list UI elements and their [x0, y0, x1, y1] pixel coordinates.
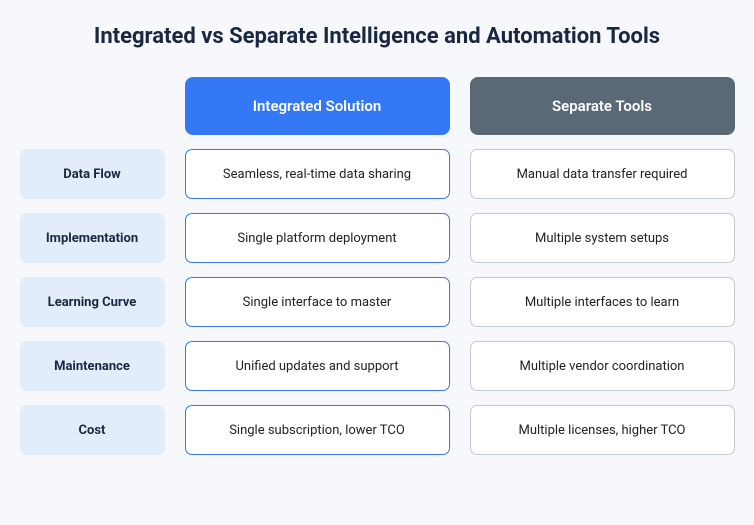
row-label: Maintenance	[20, 341, 165, 391]
cell-integrated: Single subscription, lower TCO	[185, 405, 450, 455]
cell-separate: Multiple vendor coordination	[470, 341, 735, 391]
cell-integrated: Unified updates and support	[185, 341, 450, 391]
row-label: Learning Curve	[20, 277, 165, 327]
cell-separate: Multiple licenses, higher TCO	[470, 405, 735, 455]
row-label: Cost	[20, 405, 165, 455]
page-title: Integrated vs Separate Intelligence and …	[18, 24, 736, 49]
cell-separate: Multiple system setups	[470, 213, 735, 263]
cell-integrated: Single interface to master	[185, 277, 450, 327]
column-header-integrated: Integrated Solution	[185, 77, 450, 135]
header-spacer	[20, 77, 165, 135]
column-header-separate: Separate Tools	[470, 77, 735, 135]
cell-separate: Multiple interfaces to learn	[470, 277, 735, 327]
cell-integrated: Seamless, real-time data sharing	[185, 149, 450, 199]
comparison-table: Integrated Solution Separate Tools Data …	[18, 77, 736, 455]
cell-separate: Manual data transfer required	[470, 149, 735, 199]
cell-integrated: Single platform deployment	[185, 213, 450, 263]
row-label: Implementation	[20, 213, 165, 263]
row-label: Data Flow	[20, 149, 165, 199]
